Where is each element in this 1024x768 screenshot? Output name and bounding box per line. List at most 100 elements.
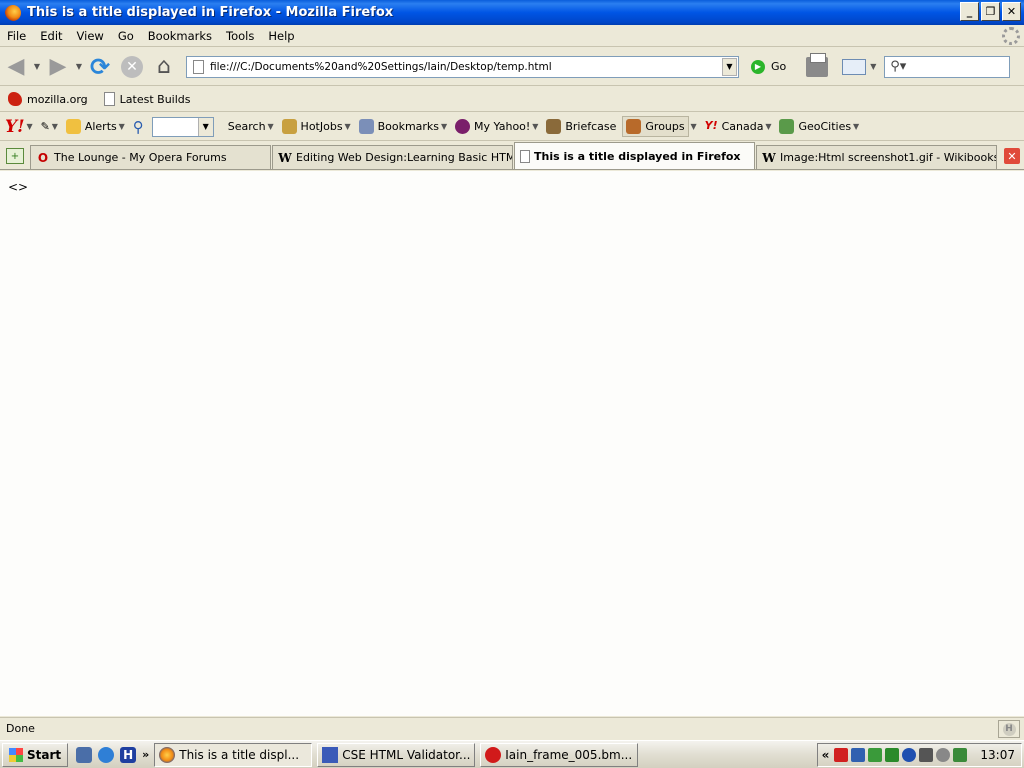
back-history-dropdown-icon[interactable]: ▼ (32, 62, 42, 71)
go-button[interactable]: ▶ Go (751, 59, 787, 74)
reload-icon[interactable]: ⟳ (84, 51, 116, 83)
green-arrow-icon[interactable] (885, 748, 900, 762)
briefcase-button[interactable]: Briefcase (546, 119, 616, 134)
status-panel: H (998, 720, 1020, 738)
mozilla-icon (8, 92, 22, 106)
bookmarks-dropdown-icon[interactable]: ▼ (439, 122, 449, 131)
search-box[interactable]: ⚲▾ (884, 55, 1011, 78)
connection-icon[interactable] (902, 748, 917, 762)
tab-editing-web-design[interactable]: W Editing Web Design:Learning Basic HTML… (272, 145, 513, 169)
yahoo-menu-dropdown-icon[interactable]: ▼ (25, 122, 35, 131)
menu-help[interactable]: Help (261, 29, 301, 43)
tab-wikibooks-image[interactable]: W Image:Html screenshot1.gif - Wikibooks (756, 145, 997, 169)
yahoo-search-dropdown-icon[interactable]: ▼ (197, 117, 213, 136)
menu-go[interactable]: Go (111, 29, 141, 43)
hotjobs-dropdown-icon[interactable]: ▼ (343, 122, 353, 131)
page-content[interactable]: <> (0, 171, 1024, 716)
groups-dropdown-icon[interactable]: ▼ (689, 122, 699, 131)
new-tab-icon[interactable]: + (6, 148, 24, 164)
task-firefox[interactable]: This is a title displ... (154, 742, 313, 767)
yahoo-y-icon: Y! (704, 119, 718, 132)
groups-button[interactable]: Groups (622, 116, 689, 137)
hotjobs-label: HotJobs (300, 120, 343, 133)
close-button[interactable]: ✕ (1002, 2, 1021, 21)
go-arrow-icon: ▶ (751, 59, 765, 74)
page-body-text: <> (8, 180, 29, 194)
geocities-dropdown-icon[interactable]: ▼ (851, 122, 861, 131)
stop-icon[interactable]: ✕ (121, 55, 143, 78)
search-engine-icon[interactable]: ⚲▾ (890, 59, 906, 74)
search-dropdown-icon[interactable]: ▼ (266, 122, 276, 131)
url-input[interactable] (210, 60, 720, 73)
quick-launch-overflow-icon[interactable]: » (142, 748, 149, 761)
menu-tools[interactable]: Tools (219, 29, 261, 43)
my-yahoo-dropdown-icon[interactable]: ▼ (530, 122, 540, 131)
bookmarks-button[interactable]: Bookmarks ▼ (358, 119, 449, 134)
window-title: This is a title displayed in Firefox - M… (27, 5, 394, 20)
wikipedia-icon: W (278, 150, 292, 165)
search-label: Search (227, 120, 266, 133)
status-bar: Done H (0, 717, 1024, 739)
address-bar[interactable]: ▼ (186, 55, 739, 78)
zonealarm-icon[interactable] (834, 748, 849, 762)
pencil-dropdown-icon[interactable]: ▼ (50, 122, 60, 131)
restore-button[interactable]: ❐ (981, 2, 1000, 21)
html-editor-icon[interactable]: H (120, 746, 137, 763)
internet-explorer-icon[interactable] (98, 746, 115, 763)
forward-icon[interactable]: ▶ (42, 51, 74, 83)
home-icon[interactable]: ⌂ (148, 51, 180, 83)
network-icon[interactable] (851, 748, 866, 762)
tab-label: Image:Html screenshot1.gif - Wikibooks (780, 151, 997, 164)
task-label: This is a title displ... (179, 747, 300, 762)
pencil-icon[interactable]: ✎ (41, 120, 50, 133)
menu-edit[interactable]: Edit (33, 29, 69, 43)
my-yahoo-button[interactable]: My Yahoo! ▼ (455, 119, 540, 134)
url-dropdown-icon[interactable]: ▼ (722, 57, 737, 76)
yahoo-search-combo[interactable]: ▼ (151, 116, 214, 137)
back-icon[interactable]: ◀ (0, 51, 32, 83)
tray-expand-icon[interactable]: « (822, 748, 830, 762)
clock[interactable]: 13:07 (980, 748, 1015, 762)
briefcase-label: Briefcase (565, 120, 617, 133)
window-title-bar[interactable]: This is a title displayed in Firefox - M… (0, 0, 1024, 25)
app-tray-icon[interactable] (919, 748, 934, 762)
yahoo-logo[interactable]: Y! (5, 117, 25, 137)
close-tab-icon[interactable]: ✕ (1004, 148, 1020, 164)
menu-view[interactable]: View (70, 29, 111, 43)
start-button[interactable]: Start (2, 742, 69, 767)
opera-icon: O (37, 150, 49, 165)
battery-icon[interactable] (953, 748, 968, 762)
geocities-button[interactable]: GeoCities ▼ (779, 119, 861, 134)
alerts-dropdown-icon[interactable]: ▼ (117, 122, 127, 131)
mail-dropdown-icon[interactable]: ▼ (868, 62, 878, 71)
tab-strip: + O The Lounge - My Opera Forums W Editi… (0, 142, 1024, 170)
bookmark-latest-builds[interactable]: Latest Builds (103, 92, 191, 106)
hotjobs-button[interactable]: HotJobs ▼ (281, 119, 353, 134)
start-label: Start (27, 747, 62, 762)
bookmark-label: mozilla.org (27, 92, 88, 106)
tab-opera-forums[interactable]: O The Lounge - My Opera Forums (30, 145, 271, 169)
tab-current-page[interactable]: This is a title displayed in Firefox (514, 142, 755, 169)
firefox-icon[interactable] (5, 4, 21, 21)
disk-icon[interactable] (936, 748, 951, 762)
menu-bookmarks[interactable]: Bookmarks (141, 29, 219, 43)
go-label: Go (771, 60, 787, 73)
print-icon[interactable] (806, 52, 829, 77)
search-button[interactable]: Search ▼ (228, 120, 276, 133)
menu-file[interactable]: File (0, 29, 33, 43)
minimize-button[interactable]: _ (960, 2, 979, 21)
monitor-icon[interactable] (868, 748, 883, 762)
task-paint-image[interactable]: Iain_frame_005.bm... (480, 742, 639, 767)
show-desktop-icon[interactable] (76, 746, 93, 763)
mail-icon[interactable] (842, 58, 867, 75)
magnifier-icon[interactable]: ⚲ (133, 118, 144, 136)
html-validator-icon[interactable]: H (1002, 722, 1016, 736)
bookmark-mozilla-org[interactable]: mozilla.org (8, 92, 88, 106)
canada-dropdown-icon[interactable]: ▼ (763, 122, 773, 131)
canada-button[interactable]: Y! Canada ▼ (705, 119, 774, 134)
alerts-label: Alerts (84, 120, 117, 133)
forward-history-dropdown-icon[interactable]: ▼ (74, 62, 84, 71)
tab-label: The Lounge - My Opera Forums (54, 151, 227, 164)
alerts-button[interactable]: Alerts ▼ (65, 119, 127, 134)
task-cse-validator[interactable]: CSE HTML Validator... (317, 742, 476, 767)
